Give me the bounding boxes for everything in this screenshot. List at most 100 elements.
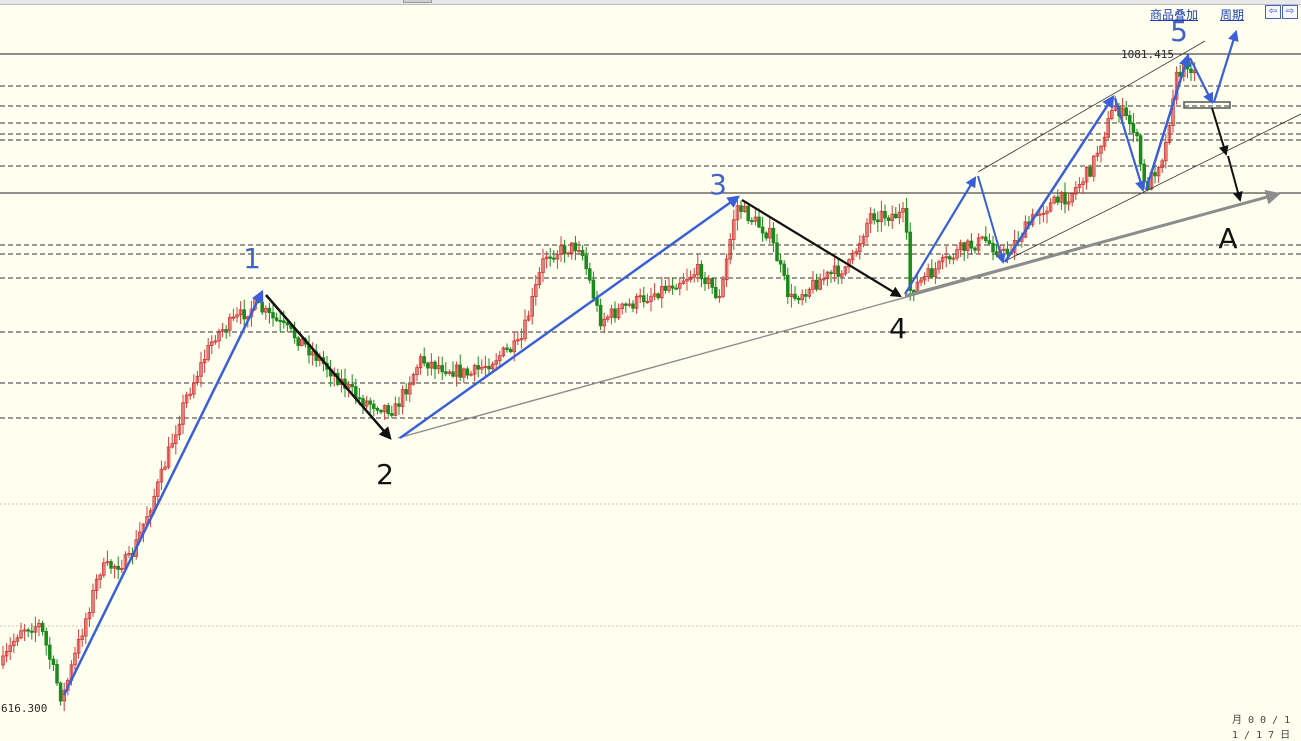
candle-body [883, 210, 887, 219]
candle-body [814, 279, 819, 290]
wave-5c-arrow [1003, 94, 1115, 263]
candle-body [242, 309, 246, 320]
candle-body [764, 232, 768, 239]
candle-body [1153, 172, 1157, 177]
candle-body [440, 365, 444, 373]
candle-body [739, 205, 743, 212]
candle-body [282, 320, 286, 323]
projection-down-arrow-1 [1211, 107, 1229, 156]
candle-body [552, 257, 556, 260]
candle-body [624, 303, 628, 306]
candle-body [714, 286, 718, 299]
candle-body [775, 242, 779, 262]
wave-arrows [62, 29, 1243, 696]
candle-body [948, 256, 952, 260]
candle-body [746, 205, 750, 221]
candle-body [562, 245, 567, 255]
candle-body [642, 295, 646, 303]
candle-body [379, 409, 383, 413]
candle-body [1088, 166, 1092, 177]
candle-body [508, 349, 513, 353]
candle-body [674, 287, 678, 290]
candle-body [588, 268, 592, 281]
candle-body [710, 278, 714, 288]
wave-3-arrow [399, 195, 741, 440]
candle-body [422, 356, 426, 364]
candle-body [904, 208, 909, 233]
date-axis-stub: 月 0 0 / 1 1 / 1 7 日 [1232, 715, 1291, 741]
price-chart[interactable]: 1 2 3 4 5 A 1081.415 616.300 [0, 0, 1301, 719]
candle-body [55, 664, 59, 684]
candle-body [40, 622, 45, 632]
wave-2-arrow [265, 294, 392, 440]
candle-body [699, 263, 704, 280]
candle-body [829, 271, 833, 275]
candle-body [656, 293, 660, 299]
wave-5f-arrow [1189, 57, 1213, 104]
candle-body [1131, 123, 1136, 133]
wave-4-arrow [741, 199, 902, 298]
candle-body [872, 213, 876, 221]
candle-body [296, 337, 300, 346]
candle-body [476, 365, 480, 370]
candle-body [1005, 248, 1010, 255]
candle-body [26, 629, 30, 632]
channel-lower-line [1002, 113, 1301, 263]
candle-body [1056, 196, 1060, 203]
candle-body [969, 240, 974, 249]
candle-body [796, 297, 801, 301]
candle-body [782, 263, 786, 276]
high-price-label: 1081.415 [1121, 48, 1174, 61]
candle-body [757, 216, 761, 228]
candle-body [285, 322, 290, 326]
candle-body [1189, 68, 1193, 74]
wave-5b-arrow [977, 175, 1006, 264]
candle-body [433, 361, 437, 370]
candle-body [786, 274, 790, 298]
candle-body [426, 362, 430, 369]
candle-body [267, 307, 272, 314]
candle-body [1138, 135, 1143, 165]
candle-body [793, 293, 797, 299]
candle-body [962, 242, 966, 251]
candle-body [368, 400, 372, 405]
wave-label-2: 2 [376, 458, 394, 491]
candle-body [386, 405, 390, 415]
candle-body [750, 220, 754, 223]
candle-body [804, 294, 808, 297]
low-price-label: 616.300 [1, 702, 47, 715]
candle-body [390, 413, 394, 416]
candle-body [613, 308, 617, 319]
candle-body [1135, 132, 1139, 137]
candle-body [973, 247, 977, 251]
candle-body [886, 217, 891, 221]
trendlines [397, 40, 1301, 439]
wave-5d-arrow [1113, 97, 1146, 193]
candle-body [573, 242, 578, 252]
candle-body [670, 285, 675, 289]
wave-label-1: 1 [243, 242, 261, 275]
wave-1-arrow [62, 289, 264, 696]
candle-body [591, 279, 596, 299]
candle-body [631, 303, 635, 309]
candle-body [994, 251, 999, 256]
candle-body [278, 319, 282, 323]
candle-body [663, 285, 668, 291]
wave-label-4: 4 [889, 312, 907, 345]
candle-body [778, 260, 783, 265]
wave-label-a: A [1218, 222, 1237, 255]
candle-body [1124, 107, 1128, 117]
candle-body [1128, 115, 1132, 125]
candle-body [771, 227, 776, 244]
candle-body [984, 236, 988, 242]
candle-body [116, 565, 120, 570]
wave-label-5: 5 [1170, 15, 1188, 48]
wave-5a-arrow [904, 176, 977, 295]
candle-body [30, 630, 34, 633]
candle-body [51, 658, 56, 665]
candle-body [451, 371, 455, 377]
candle-body [224, 329, 228, 332]
candle-body [1142, 163, 1146, 183]
candle-body [260, 301, 264, 313]
candle-body [58, 682, 63, 702]
